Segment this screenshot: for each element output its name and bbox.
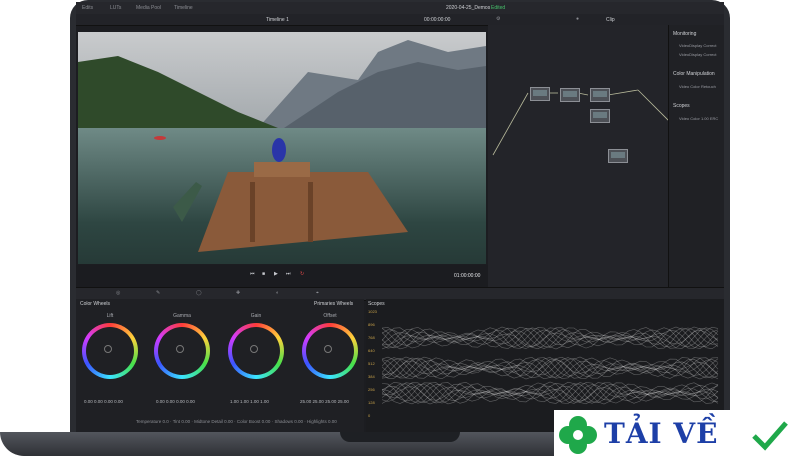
check-icon [752,421,788,451]
scope-axis-label: 512 [368,361,375,366]
tab-luts[interactable]: LUTs [110,5,121,11]
tab-timeline[interactable]: Timeline [174,5,193,11]
wheel-label-gamma: Gamma [173,313,191,319]
timecode-in: 00:00:00:00 [424,17,451,23]
waveform-trace [382,327,719,349]
offset-wheel[interactable] [302,323,358,379]
tab-edits[interactable]: Edits [82,5,93,11]
play-icon[interactable]: ▶ [274,271,278,277]
scope-axis-label: 384 [368,374,375,379]
dock [198,172,408,252]
loop-icon[interactable]: ↻ [300,271,304,277]
skip-back-icon[interactable]: ⏮ [250,271,255,277]
scopes-heading: Scopes [673,103,690,109]
qualifier-icon[interactable]: ✎ [156,290,160,296]
gain-values[interactable]: 1.00 1.00 1.00 1.00 [230,399,269,404]
timecode-out: 01:00:00:00 [454,273,481,279]
dot-icon[interactable]: ● [576,16,579,22]
scopes-title: Scopes [368,301,385,307]
monitoring-heading: Monitoring [673,31,697,37]
fx-item[interactable]: VideoDisplay Correct [679,43,717,48]
resolve-screen: Edits LUTs Media Pool Timeline 2020-04-2… [76,2,724,432]
dock-post-left [250,182,255,242]
dock-scene [154,136,408,252]
dock-post-right [308,182,313,242]
wheels-mode-title[interactable]: Primaries Wheels [314,301,353,307]
stop-icon[interactable]: ■ [262,271,265,277]
scope-axis-label: 0 [368,413,371,418]
waveform-trace [382,382,719,405]
curves-icon[interactable]: ◎ [116,290,120,296]
boat [154,136,166,140]
wheel-label-offset: Offset [323,313,337,319]
dock-back [254,162,310,177]
color-node-05[interactable] [608,149,628,163]
laptop-notch [340,432,460,442]
mode-clip[interactable]: Clip [606,17,615,23]
watermark-text: TẢI VỀ [604,417,719,450]
color-node-01[interactable] [530,87,550,101]
scope-axis-label: 1023 [368,309,377,314]
color-wheels-panel: Color Wheels Primaries Wheels Lift 0.00 … [76,299,364,432]
project-title: 2020-04-25_Demos [446,5,491,11]
scope-axis-label: 896 [368,322,375,327]
canoe [173,182,202,222]
offset-values[interactable]: 25.00 25.00 25.00 25.00 [300,399,349,404]
status-badge: Edited [491,5,506,11]
scope-axis-label: 768 [368,335,375,340]
viewer-image[interactable] [78,32,486,264]
scope-axis-label: 128 [368,400,375,405]
scope-axis: 1023 896 768 640 512 384 256 128 0 [368,309,380,429]
node-connections [492,89,668,156]
wheel-label-lift: Lift [106,313,114,319]
wheel-label-gain: Gain [250,313,262,319]
lift-wheel[interactable] [82,323,138,379]
blur-icon[interactable]: ◐ [276,290,279,296]
gamma-values[interactable]: 0.00 0.00 0.00 0.00 [156,399,195,404]
lift-values[interactable]: 0.00 0.00 0.00 0.00 [84,399,123,404]
scope-axis-label: 640 [368,348,375,353]
color-node-03[interactable] [590,88,610,102]
gain-wheel[interactable] [228,323,284,379]
scope-axis-label: 256 [368,387,375,392]
person [272,138,286,162]
gamma-wheel[interactable] [154,323,210,379]
adjust-bar[interactable]: Temperature 0.0 · Tint 0.00 · Midtone De… [136,419,337,424]
tab-media-pool[interactable]: Media Pool [136,5,161,11]
color-manipulation-heading: Color Manipulation [673,71,715,77]
tracker-icon[interactable]: ✚ [236,290,240,296]
wheels-panel-title: Color Wheels [80,301,111,307]
waveform-trace [382,326,719,350]
window-icon[interactable]: ◯ [196,290,202,296]
fx-item[interactable]: VideoDisplay Correct [679,52,717,57]
key-icon[interactable]: ⌖ [316,290,319,296]
timeline-selector[interactable]: Timeline 1 [266,17,289,23]
transport-bar: ⏮ ■ ▶ ⏭ ↻ 01:00:00:00 [76,265,488,287]
settings-icon[interactable]: ⚙ [496,16,500,22]
watermark-logo: TẢI VỀ [554,410,800,460]
clover-icon [559,416,597,454]
skip-forward-icon[interactable]: ⏭ [286,271,291,277]
fx-item[interactable]: Video Color 1.00 ERC [679,116,718,121]
color-node-02[interactable] [560,88,580,102]
color-node-04[interactable] [590,109,610,123]
fx-item[interactable]: Video Color Retouch [679,84,716,89]
node-editor[interactable] [488,25,668,287]
effects-library: Monitoring VideoDisplay Correct VideoDis… [668,25,724,287]
waveform-scope [382,326,719,405]
